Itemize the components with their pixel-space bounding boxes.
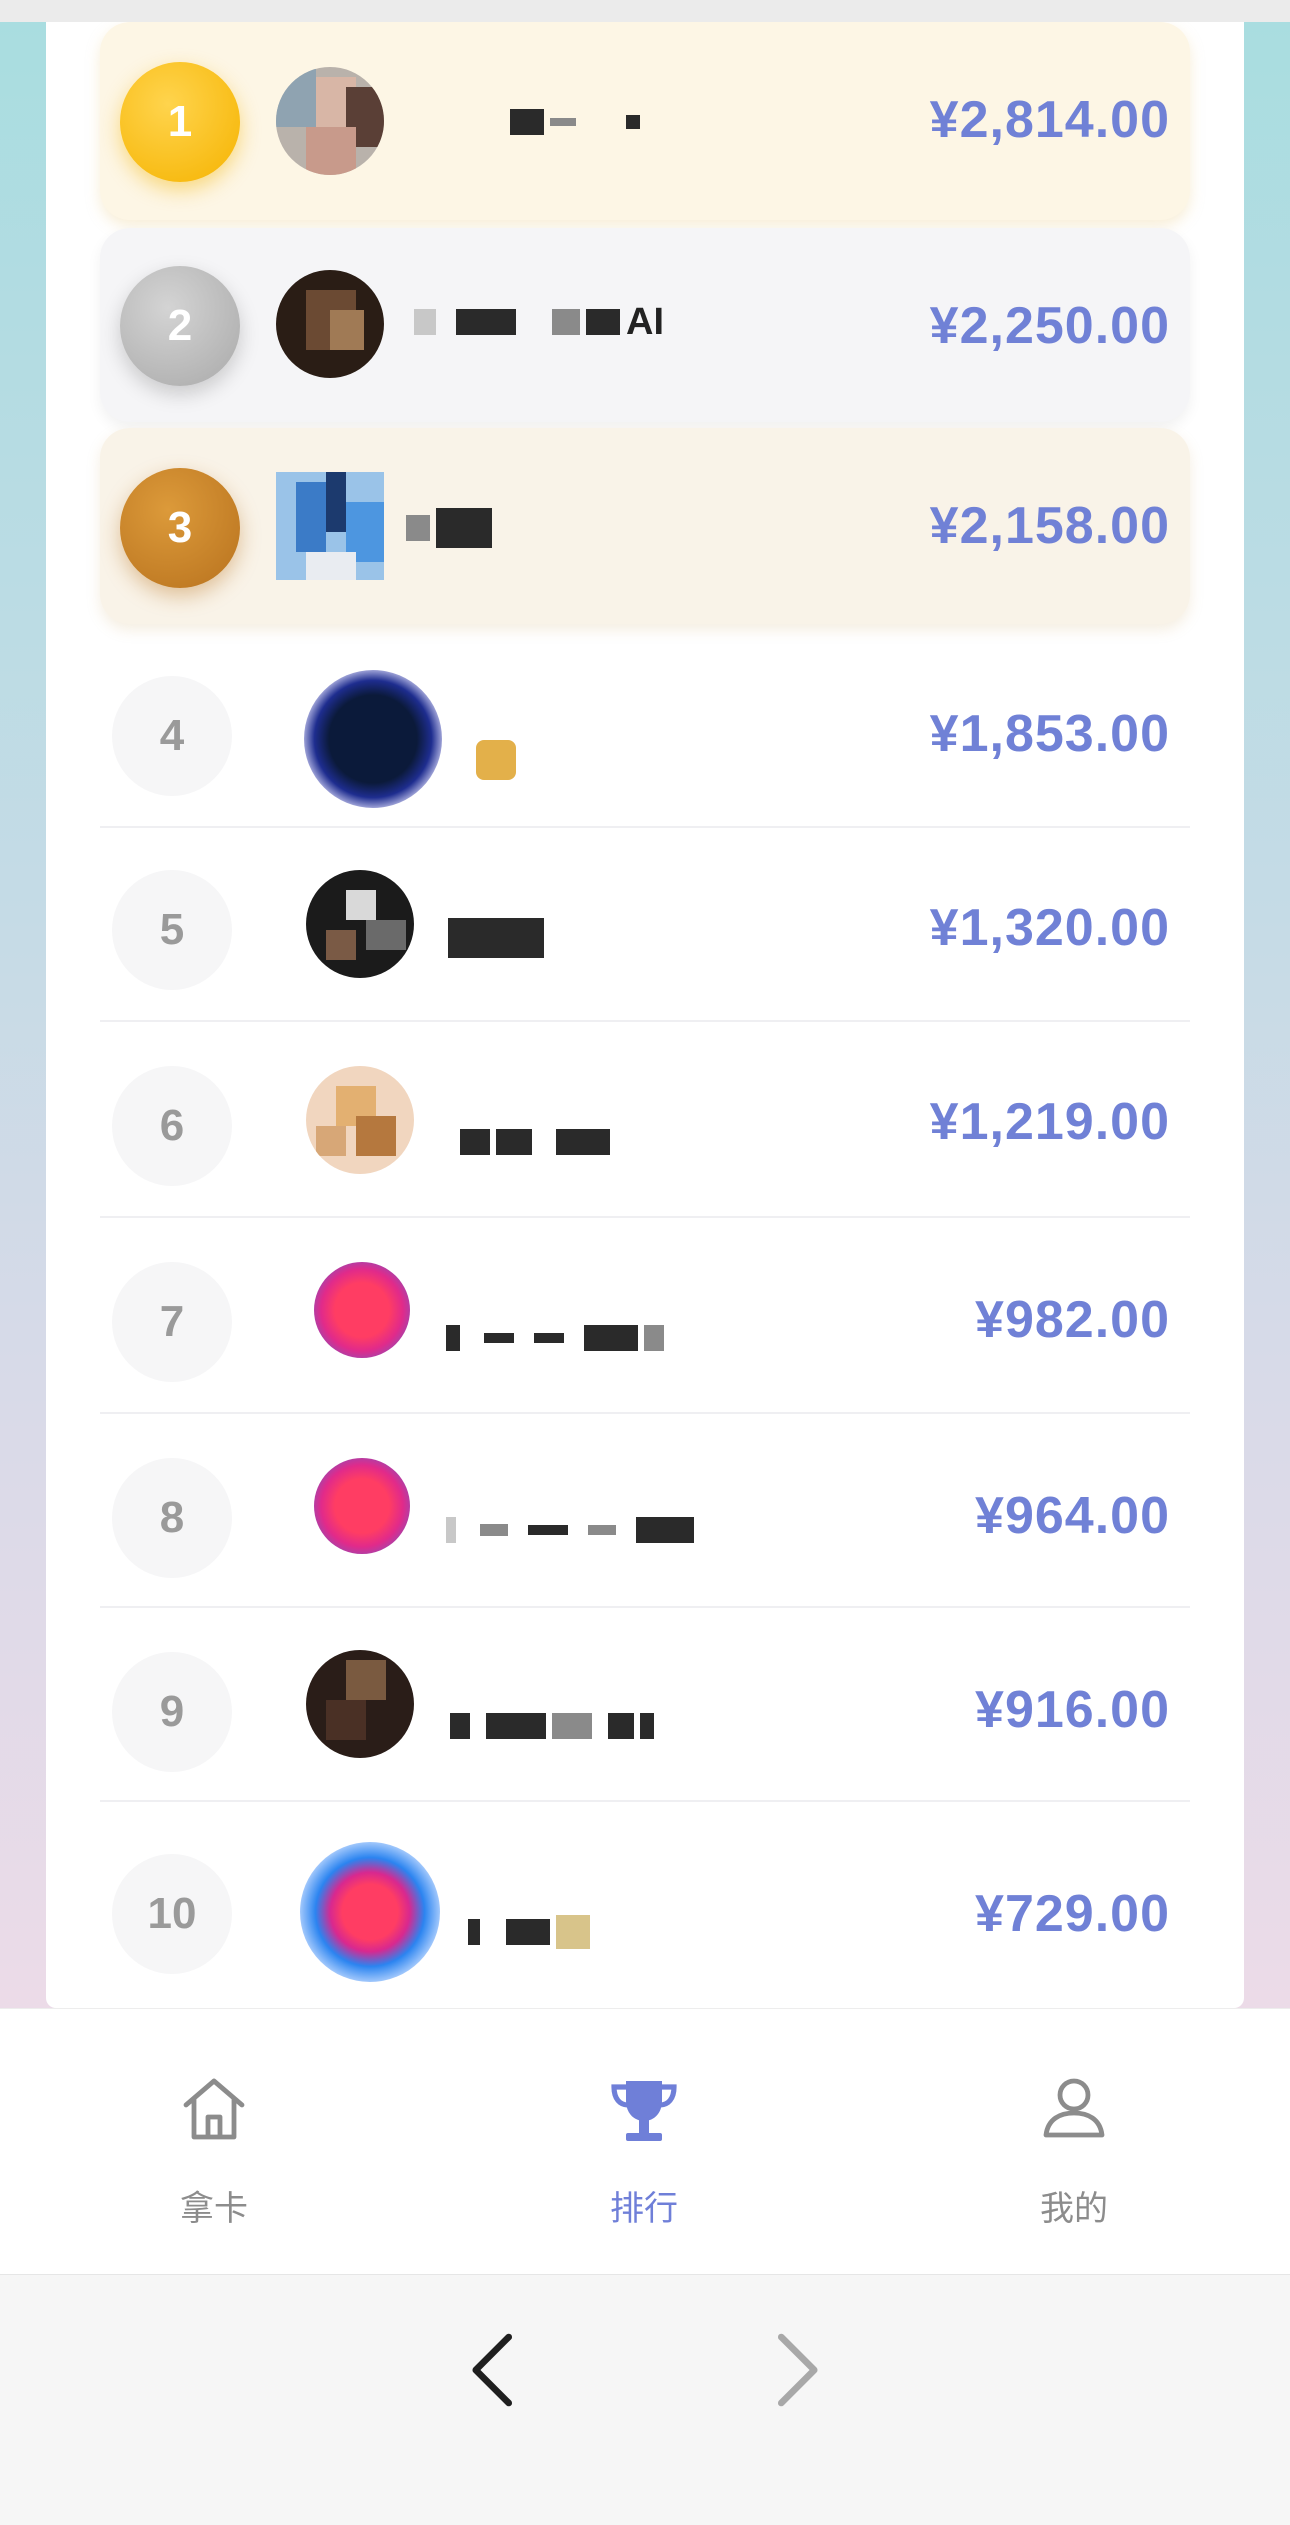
tab-label: 我的 [1040,2190,1108,2228]
ranking-row-3[interactable]: 3 ¥2,158.00 [100,428,1190,624]
amount: ¥2,814.00 [929,91,1170,149]
rank-badge: 6 [112,1066,232,1186]
avatar [304,670,442,808]
amount: ¥916.00 [975,1681,1170,1739]
amount: ¥2,158.00 [929,497,1170,555]
avatar [276,67,384,175]
amount: ¥1,219.00 [929,1093,1170,1151]
user-nickname [406,508,492,548]
user-nickname [460,1122,610,1162]
ranking-row-2[interactable]: 2 AI ¥2,250.00 [100,228,1190,422]
rank-badge: 5 [112,870,232,990]
avatar [300,1842,440,1982]
ranking-row-7[interactable]: 7 ¥982.00 [100,1218,1190,1414]
bottom-tab-bar: 拿卡 排行 我的 [0,2008,1290,2275]
ranking-row-6[interactable]: 6 ¥1,219.00 [100,1022,1190,1218]
user-nickname [446,1510,694,1550]
rank-badge: 10 [112,1854,232,1974]
chevron-right-icon[interactable] [740,2315,850,2425]
amount: ¥982.00 [975,1291,1170,1349]
user-nickname [468,1912,590,1952]
ranking-row-1[interactable]: 1 ¥2,814.00 [100,22,1190,220]
ranking-row-10[interactable]: 10 ¥729.00 [100,1802,1190,2008]
amount: ¥1,853.00 [929,705,1170,763]
ranking-row-4[interactable]: 4 ¥1,853.00 [100,630,1190,828]
rank-badge: 3 [120,468,240,588]
tab-card[interactable]: 拿卡 [64,2009,364,2275]
rank-badge: 1 [120,62,240,182]
tab-mine[interactable]: 我的 [924,2009,1224,2275]
rank-badge: 4 [112,676,232,796]
trophy-icon [611,2081,677,2141]
tab-label: 拿卡 [180,2190,248,2228]
rank-badge: 9 [112,1652,232,1772]
rank-badge: 8 [112,1458,232,1578]
ranking-row-5[interactable]: 5 ¥1,320.00 [100,828,1190,1022]
user-nickname [476,740,516,780]
rank-badge: 7 [112,1262,232,1382]
user-nickname: AI [414,300,664,343]
rank-badge: 2 [120,266,240,386]
avatar [306,1066,414,1174]
top-strip [0,0,1290,22]
avatar [276,270,384,378]
avatar [306,1650,414,1758]
tab-ranking[interactable]: 排行 [494,2009,794,2275]
avatar [306,870,414,978]
amount: ¥2,250.00 [929,297,1170,355]
tab-label: 排行 [610,2190,678,2228]
avatar [314,1262,410,1358]
chevron-left-icon[interactable] [440,2315,550,2425]
user-nickname [510,102,640,142]
amount: ¥964.00 [975,1487,1170,1545]
avatar [314,1458,410,1554]
ranking-row-8[interactable]: 8 ¥964.00 [100,1414,1190,1608]
user-nickname [448,918,544,958]
ranking-row-9[interactable]: 9 ¥916.00 [100,1608,1190,1802]
amount: ¥1,320.00 [929,899,1170,957]
person-icon [1043,2078,1105,2138]
user-nickname-suffix: AI [626,300,664,343]
home-icon [183,2078,245,2140]
user-nickname [450,1706,654,1746]
user-nickname [446,1318,664,1358]
browser-nav-bar [0,2274,1290,2525]
ranking-list: 1 ¥2,814.00 2 AI ¥2,250.00 3 ¥2,158.00 4… [46,22,1244,2008]
avatar [276,472,384,580]
amount: ¥729.00 [975,1885,1170,1943]
